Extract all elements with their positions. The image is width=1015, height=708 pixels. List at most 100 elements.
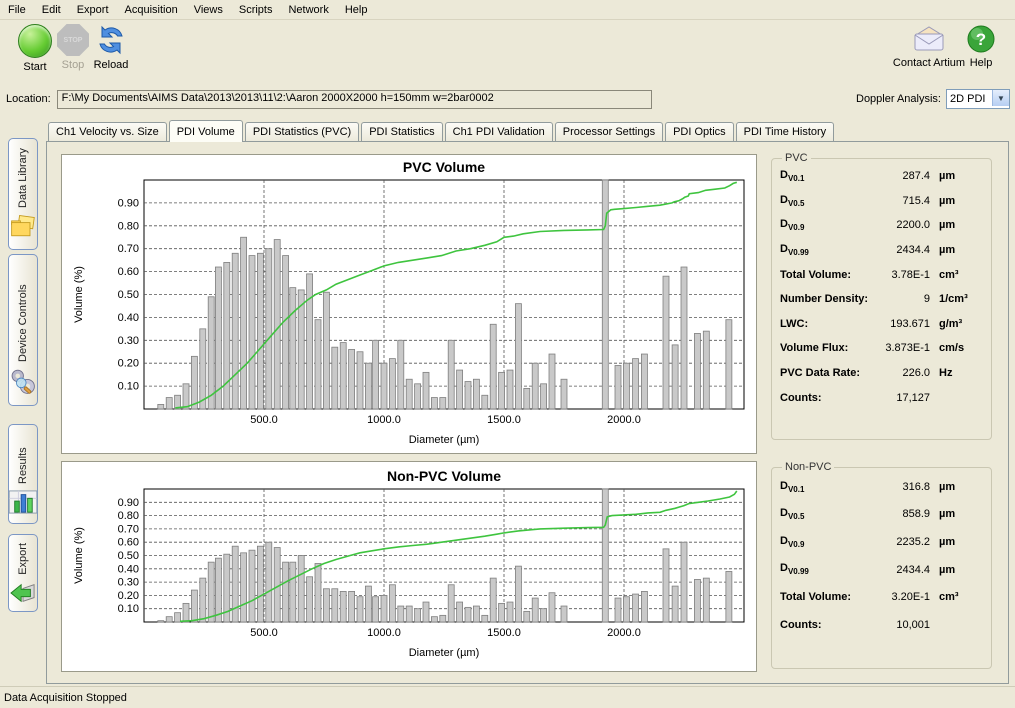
bar <box>398 340 404 409</box>
pvc-volume-chart-svg: 0.100.200.300.400.500.600.700.800.90500.… <box>62 155 756 453</box>
stat-row: DV0.992434.4µm <box>780 238 983 263</box>
menu-item-file[interactable]: File <box>0 2 34 18</box>
tab-processor-settings[interactable]: Processor Settings <box>555 122 663 141</box>
bar <box>323 292 329 409</box>
bar <box>208 297 214 409</box>
menu-item-help[interactable]: Help <box>337 2 376 18</box>
x-tick-label: 1500.0 <box>487 414 521 426</box>
bar <box>166 617 172 622</box>
bar <box>532 363 538 409</box>
sidebar-item-label: Data Library <box>17 147 29 208</box>
bar <box>549 354 555 409</box>
x-tick-label: 2000.0 <box>607 627 641 639</box>
tab-ch1-pdi-validation[interactable]: Ch1 PDI Validation <box>445 122 553 141</box>
reload-button[interactable]: Reload <box>80 24 142 71</box>
y-tick-label: 0.20 <box>118 358 139 370</box>
tab-pdi-statistics-pvc[interactable]: PDI Statistics (PVC) <box>245 122 359 141</box>
chevron-down-icon[interactable]: ▼ <box>992 90 1009 106</box>
bar <box>257 253 263 409</box>
contact-label: Contact Artium <box>893 57 965 69</box>
bar <box>602 489 608 622</box>
stat-value: 2434.4 <box>872 244 930 256</box>
bar <box>431 398 437 409</box>
stat-row: Counts:17,127 <box>780 385 983 410</box>
menu-item-export[interactable]: Export <box>69 2 117 18</box>
non-pvc-stats-rows: DV0.1316.8µmDV0.5858.9µmDV0.92235.2µmDV0… <box>780 473 983 639</box>
bar <box>457 602 463 622</box>
tab-pdi-optics[interactable]: PDI Optics <box>665 122 734 141</box>
bar <box>440 615 446 622</box>
bar <box>365 363 371 409</box>
tab-ch1-velocity-vs-size[interactable]: Ch1 Velocity vs. Size <box>48 122 167 141</box>
pvc-groupbox-title: PVC <box>782 152 811 164</box>
status-bar: Data Acquisition Stopped <box>0 686 1015 708</box>
stat-row: PVC Data Rate:226.0Hz <box>780 361 983 386</box>
bar <box>340 591 346 622</box>
menu-item-network[interactable]: Network <box>280 2 336 18</box>
export-arrow-icon <box>8 575 38 608</box>
sidebar-item-results[interactable]: Results <box>8 424 38 524</box>
tab-pdi-time-history[interactable]: PDI Time History <box>736 122 835 141</box>
sidebar: Data Library Device Controls Results Export <box>0 114 46 686</box>
doppler-analysis-select[interactable]: 2D PDI ▼ <box>946 89 1010 109</box>
stat-unit: Hz <box>930 367 983 379</box>
sidebar-item-data-library[interactable]: Data Library <box>8 138 38 250</box>
stat-value: 226.0 <box>872 367 930 379</box>
menu-item-acquisition[interactable]: Acquisition <box>117 2 186 18</box>
bar <box>158 404 164 409</box>
bar <box>340 343 346 409</box>
stat-row: Volume Flux:3.873E-1cm/s <box>780 336 983 361</box>
location-field[interactable]: F:\My Documents\AIMS Data\2013\2013\11\2… <box>57 90 652 109</box>
sidebar-item-export[interactable]: Export <box>8 534 38 612</box>
bar <box>415 609 421 622</box>
bar <box>423 602 429 622</box>
bar <box>241 553 247 622</box>
bar <box>175 613 181 622</box>
y-tick-label: 0.30 <box>118 577 139 589</box>
stat-label: DV0.1 <box>780 169 872 183</box>
menu-item-scripts[interactable]: Scripts <box>231 2 281 18</box>
y-tick-label: 0.40 <box>118 312 139 324</box>
bar <box>515 304 521 409</box>
bar <box>440 398 446 409</box>
sidebar-item-device-controls[interactable]: Device Controls <box>8 254 38 406</box>
bar <box>541 384 547 409</box>
stat-row: DV0.1316.8µm <box>780 473 983 501</box>
location-row: Location: F:\My Documents\AIMS Data\2013… <box>0 84 1015 114</box>
chart-title: PVC Volume <box>403 159 485 175</box>
stat-label: DV0.99 <box>780 562 872 576</box>
main-area: Data Library Device Controls Results Export… <box>0 114 1015 686</box>
folders-icon <box>9 208 37 243</box>
bar <box>672 345 678 409</box>
bar <box>315 563 321 622</box>
bar <box>726 320 732 409</box>
bar <box>224 262 230 409</box>
bar <box>633 359 639 409</box>
stat-unit: µm <box>930 219 983 231</box>
stat-label: DV0.99 <box>780 243 872 257</box>
bar <box>541 609 547 622</box>
stat-label: Number Density: <box>780 293 872 305</box>
menu-item-edit[interactable]: Edit <box>34 2 69 18</box>
bar <box>465 607 471 622</box>
y-tick-label: 0.80 <box>118 510 139 522</box>
bar <box>274 240 280 409</box>
bar <box>694 579 700 622</box>
stat-label: DV0.9 <box>780 218 872 232</box>
stat-value: 3.78E-1 <box>872 269 930 281</box>
bar-chart-icon <box>8 484 38 517</box>
contact-button[interactable]: Contact Artium <box>892 24 966 69</box>
stat-unit: 1/cm³ <box>930 293 983 305</box>
y-axis-label: Volume (%) <box>73 266 85 323</box>
help-button[interactable]: ? Help <box>958 24 1004 69</box>
stat-value: 2200.0 <box>872 219 930 231</box>
x-tick-label: 1500.0 <box>487 627 521 639</box>
doppler-analysis-label: Doppler Analysis: <box>856 93 941 105</box>
tab-pdi-statistics[interactable]: PDI Statistics <box>361 122 442 141</box>
stat-label: PVC Data Rate: <box>780 367 872 379</box>
stat-unit: µm <box>930 481 983 493</box>
y-tick-label: 0.70 <box>118 243 139 255</box>
menu-item-views[interactable]: Views <box>186 2 231 18</box>
bar <box>473 606 479 622</box>
tab-pdi-volume[interactable]: PDI Volume <box>169 120 243 142</box>
